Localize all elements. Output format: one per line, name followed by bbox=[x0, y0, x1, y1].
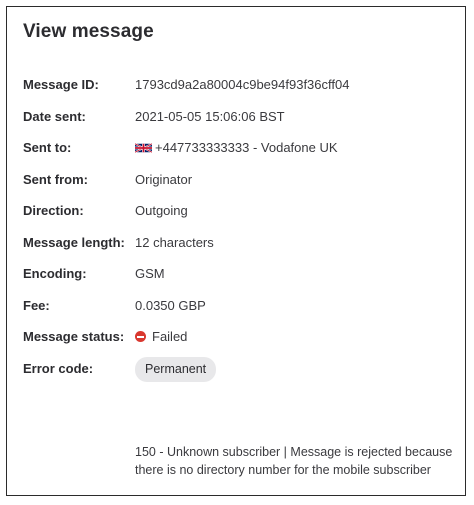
direction-label: Direction: bbox=[23, 203, 84, 218]
sent-from-value: Originator bbox=[135, 172, 193, 187]
sent-to-row: Sent to: +447733333333 - Vodafone UK bbox=[23, 138, 463, 158]
error-code-label: Error code: bbox=[23, 361, 94, 376]
sent-to-value: +447733333333 - Vodafone UK bbox=[155, 140, 338, 155]
fee-value: 0.0350 GBP bbox=[135, 298, 206, 313]
fee-label: Fee: bbox=[23, 298, 50, 313]
date-sent-row: Date sent: 2021-05-05 15:06:06 BST bbox=[23, 107, 463, 127]
direction-value: Outgoing bbox=[135, 203, 188, 218]
error-code-description: 150 - Unknown subscriber | Message is re… bbox=[135, 445, 453, 477]
sent-from-label: Sent from: bbox=[23, 172, 88, 187]
sent-to-label: Sent to: bbox=[23, 140, 72, 155]
panel-title: View message bbox=[23, 21, 154, 42]
failed-icon bbox=[135, 331, 146, 342]
error-code-row: Error code: Permanent bbox=[23, 357, 463, 382]
message-length-value: 12 characters bbox=[135, 235, 214, 250]
encoding-row: Encoding: GSM bbox=[23, 264, 463, 284]
encoding-value: GSM bbox=[135, 266, 165, 281]
message-details-panel: View message Message ID: 1793cd9a2a80004… bbox=[6, 6, 466, 496]
message-length-row: Message length: 12 characters bbox=[23, 233, 463, 253]
uk-flag-icon bbox=[135, 142, 152, 154]
message-length-label: Message length: bbox=[23, 235, 125, 250]
message-status-value: Failed bbox=[152, 329, 188, 344]
direction-row: Direction: Outgoing bbox=[23, 201, 463, 221]
date-sent-label: Date sent: bbox=[23, 109, 86, 124]
message-status-row: Message status: Failed bbox=[23, 327, 463, 347]
message-id-label: Message ID: bbox=[23, 77, 99, 92]
message-id-row: Message ID: 1793cd9a2a80004c9be94f93f36c… bbox=[23, 75, 463, 95]
date-sent-value: 2021-05-05 15:06:06 BST bbox=[135, 109, 285, 124]
message-status-label: Message status: bbox=[23, 329, 125, 344]
sent-from-row: Sent from: Originator bbox=[23, 170, 463, 190]
sent-to-value-group: +447733333333 - Vodafone UK bbox=[135, 138, 338, 158]
error-code-badge: Permanent bbox=[135, 357, 217, 382]
fee-row: Fee: 0.0350 GBP bbox=[23, 296, 463, 316]
encoding-label: Encoding: bbox=[23, 266, 87, 281]
message-id-value: 1793cd9a2a80004c9be94f93f36cff04 bbox=[135, 77, 350, 92]
message-status-value-group: Failed bbox=[135, 327, 187, 347]
